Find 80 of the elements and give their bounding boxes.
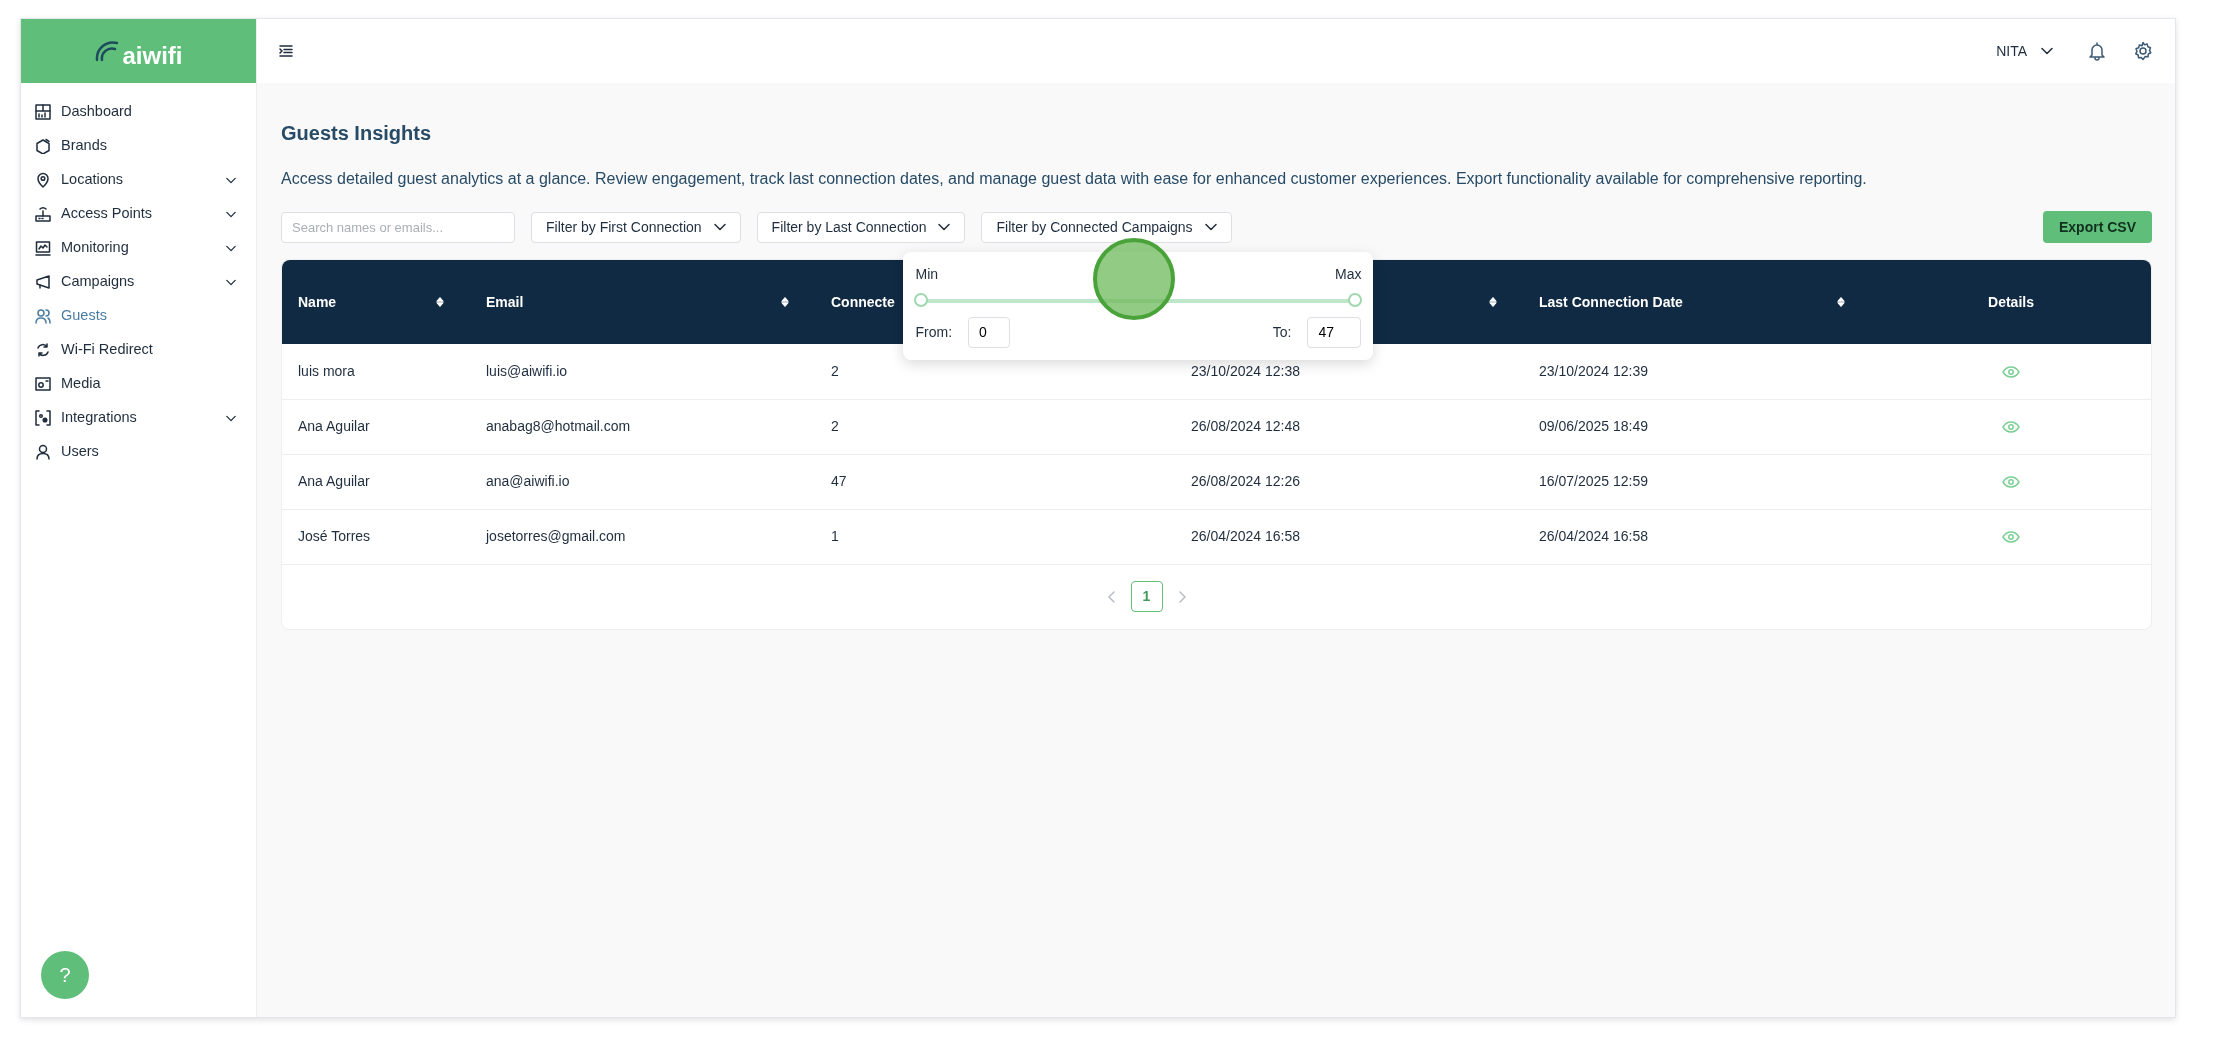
chevron-right-icon[interactable] [1178,590,1186,603]
chevron-down-icon [226,210,236,218]
column-header[interactable]: Email [470,260,815,344]
bell-icon[interactable] [2087,41,2107,61]
sidebar-item[interactable]: Media [21,367,256,401]
table-cell: 16/07/2025 12:59 [1523,454,1871,509]
eye-icon[interactable] [2002,531,2020,544]
chart-icon [35,104,51,120]
refresh-icon [35,342,51,358]
table-cell: 26/04/2024 16:58 [1175,509,1523,564]
page-description: Access detailed guest analytics at a glance. Review engagement, track last connection dates, and manage guest data with ease for enhanced customer experiences. Export functionality available for comprehensive reporting. [281,169,1868,189]
brackets-icon [35,410,51,426]
chevron-down-icon [226,278,236,286]
table-cell: 26/08/2024 12:26 [1175,454,1523,509]
table-cell: 1 [815,509,1175,564]
column-header[interactable]: Last Connection Date [1523,260,1871,344]
sidebar-item[interactable]: Access Points [21,197,256,231]
table-cell: anabag8@hotmail.com [470,399,815,454]
chevron-down-icon [713,223,726,231]
column-header[interactable]: Name [282,260,470,344]
filter-dropdown[interactable]: Filter by Last Connection [756,211,966,243]
eye-icon[interactable] [2002,366,2020,379]
table-cell: Ana Aguilar [282,454,470,509]
sidebar-item[interactable]: Integrations [21,401,256,435]
table-cell: 2 [815,399,1175,454]
search-field[interactable]: Search names or emails... [281,211,515,243]
sidebar-item[interactable]: Users [21,435,256,469]
slider-handle[interactable] [914,292,929,307]
table-cell: luis mora [282,344,470,399]
chevron-left-icon[interactable] [1107,590,1115,603]
from-label: From: [915,322,953,342]
user-menu[interactable]: NITA [1996,40,2053,62]
sidebar-item[interactable]: Guests [21,299,256,333]
chevron-down-icon [938,223,951,231]
chevron-down-icon [1204,223,1217,231]
monitor-icon [35,240,51,256]
to-field[interactable]: 47 [1307,316,1362,348]
page-title: Guests Insights [281,121,433,145]
table-cell: luis@aiwifi.io [470,344,815,399]
sidebar-item[interactable]: Locations [21,163,256,197]
to-label: To: [1272,322,1292,342]
table-cell: José Torres [282,509,470,564]
sidebar-item[interactable]: Wi-Fi Redirect [21,333,256,367]
chevron-down-icon [2041,47,2053,55]
chevron-down-icon [226,414,236,422]
filter-dropdown[interactable]: Filter by First Connection [531,211,741,243]
table-cell: josetorres@gmail.com [470,509,815,564]
table-cell: 47 [815,454,1175,509]
table-cell: ana@aiwifi.io [470,454,815,509]
eye-icon[interactable] [2002,476,2020,489]
table-cell: 26/04/2024 16:58 [1523,509,1871,564]
filter-dropdown[interactable]: Filter by Connected Campaigns [981,211,1232,243]
sidebar-item[interactable]: Monitoring [21,231,256,265]
min-label: Min [915,264,939,284]
map-pin-icon [35,172,51,188]
table-cell: Ana Aguilar [282,399,470,454]
chevron-down-icon [226,244,236,252]
sidebar-item[interactable]: Dashboard [21,95,256,129]
chevron-down-icon [226,176,236,184]
hexagon-icon [35,138,51,154]
logo-text: aiwifi [122,41,183,71]
sidebar-item[interactable]: Campaigns [21,265,256,299]
slider-handle[interactable] [1348,292,1363,307]
megaphone-icon [35,274,51,290]
menu-icon[interactable] [279,45,293,57]
image-icon [35,376,51,392]
column-header: Details [1871,260,2151,344]
table-cell: 09/06/2025 18:49 [1523,399,1871,454]
person-icon [35,444,51,460]
router-icon [35,206,51,222]
max-label: Max [1335,264,1362,284]
table-cell: 26/08/2024 12:48 [1175,399,1523,454]
export-button[interactable]: Export CSV [2043,211,2152,243]
table-cell: 23/10/2024 12:39 [1523,344,1871,399]
settings-icon[interactable] [2133,41,2153,61]
sidebar-item[interactable]: Brands [21,129,256,163]
eye-icon[interactable] [2002,421,2020,434]
wifi-arcs-icon [94,40,121,62]
from-field[interactable]: 0 [968,316,1011,348]
people-icon [35,308,51,324]
